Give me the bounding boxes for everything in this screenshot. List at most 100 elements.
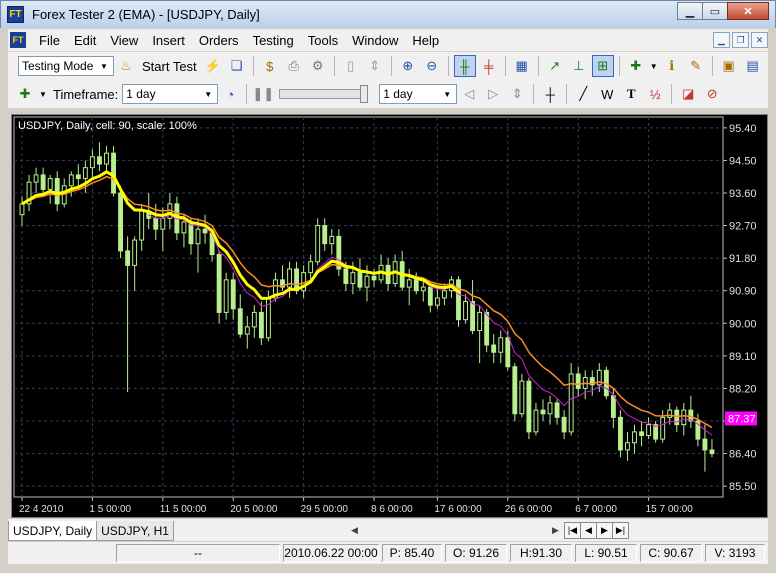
- child-minimize-button[interactable]: ▁: [713, 32, 730, 48]
- line-chart-icon[interactable]: ↗: [544, 55, 566, 77]
- candle-body: [427, 286, 433, 306]
- start-test-button[interactable]: Start Test: [142, 59, 197, 74]
- pause-icon[interactable]: ❚❚: [252, 83, 274, 105]
- menu-window[interactable]: Window: [345, 33, 405, 48]
- price-tick-label: 89.10: [729, 351, 757, 363]
- minimize-button[interactable]: ▁: [677, 2, 703, 20]
- toolbar-separator: [537, 56, 539, 76]
- menu-bar: FT File Edit View Insert Orders Testing …: [8, 29, 768, 51]
- candle-body: [512, 366, 518, 415]
- candle-body: [406, 279, 412, 288]
- candle-body: [19, 203, 25, 216]
- zoom-out-icon[interactable]: ⊖: [421, 55, 443, 77]
- maximize-button[interactable]: ▭: [702, 2, 728, 20]
- last-bar-icon[interactable]: ▶|: [611, 522, 629, 539]
- prev-bar-icon[interactable]: ◀: [579, 522, 597, 539]
- time-tick-label: 15 7 00:00: [646, 504, 694, 515]
- strategy-icon[interactable]: ⚙: [307, 55, 329, 77]
- spin-icon[interactable]: ⇕: [364, 55, 386, 77]
- slider-thumb[interactable]: [360, 85, 369, 103]
- trend-line-icon[interactable]: ╱: [572, 83, 594, 105]
- candle-body: [237, 308, 243, 335]
- erase-objects-icon[interactable]: ⊘: [701, 83, 723, 105]
- candle-body: [477, 311, 483, 332]
- candle-body: [568, 373, 574, 433]
- color-palette-icon[interactable]: ◪: [677, 83, 699, 105]
- candle-body: [456, 279, 461, 321]
- add-indicator-icon[interactable]: ✚: [625, 55, 647, 77]
- price-tick-label: 93.60: [729, 188, 757, 200]
- status-bar: -- 2010.06.22 00:00 P: 85.40 O: 91.26 H:…: [8, 542, 768, 564]
- stop-test-icon[interactable]: ⚡: [202, 55, 224, 77]
- child-restore-button[interactable]: ❐: [732, 32, 749, 48]
- wave-icon[interactable]: W: [596, 83, 618, 105]
- jump-icon[interactable]: ⇕: [506, 83, 528, 105]
- bar-chart-icon[interactable]: ╫: [453, 55, 476, 77]
- auto-scroll-icon[interactable]: ⊞: [591, 55, 614, 77]
- menu-view[interactable]: View: [103, 33, 145, 48]
- save-icon[interactable]: ▤: [742, 55, 764, 77]
- step-select-value: 1 day: [383, 87, 413, 101]
- document-icon[interactable]: FT: [10, 32, 26, 48]
- time-tick-label: 26 6 00:00: [505, 504, 553, 515]
- windows-icon[interactable]: ❏: [226, 55, 248, 77]
- tab-usdjpy-h1[interactable]: USDJPY, H1: [96, 521, 174, 541]
- chart-shift-icon[interactable]: ⊥: [568, 55, 590, 77]
- tab-usdjpy-daily[interactable]: USDJPY, Daily: [8, 521, 98, 541]
- candle-body: [540, 409, 546, 415]
- candle-body: [40, 174, 46, 190]
- new-page-icon[interactable]: ▯: [340, 55, 362, 77]
- candle-body: [139, 210, 145, 241]
- zoom-in-icon[interactable]: ⊕: [397, 55, 419, 77]
- speed-gauge-icon[interactable]: ◔: [219, 83, 241, 105]
- chevron-down-icon[interactable]: ▼: [38, 83, 48, 105]
- menu-edit[interactable]: Edit: [67, 33, 103, 48]
- printer-icon[interactable]: ⎙: [283, 55, 305, 77]
- time-tick-label: 11 5 00:00: [160, 504, 207, 515]
- scroll-right-icon[interactable]: ▶: [552, 525, 559, 536]
- close-button[interactable]: ✕: [727, 2, 769, 20]
- candle-body: [111, 152, 116, 194]
- chart-horizontal-scrollbar[interactable]: ◀ ▶: [351, 521, 559, 539]
- menu-orders[interactable]: Orders: [192, 33, 246, 48]
- testing-speed-slider[interactable]: [279, 85, 369, 103]
- menu-testing[interactable]: Testing: [246, 33, 301, 48]
- toolbar-separator: [671, 84, 673, 104]
- price-chart[interactable]: 95.40 94.50 93.60 92.70 91.80 90.90 90.00 89.10…: [12, 115, 767, 517]
- child-close-button[interactable]: ✕: [751, 32, 768, 48]
- chart-settings-icon[interactable]: ▦: [511, 55, 533, 77]
- first-bar-icon[interactable]: |◀: [563, 522, 581, 539]
- candle-body: [118, 192, 124, 252]
- price-tick-label: 92.70: [729, 221, 757, 233]
- menu-insert[interactable]: Insert: [145, 33, 192, 48]
- menu-help[interactable]: Help: [405, 33, 446, 48]
- candle-body: [68, 174, 74, 187]
- scroll-left-icon[interactable]: ◀: [351, 525, 358, 536]
- step-back-icon[interactable]: ◁: [458, 83, 480, 105]
- mode-select[interactable]: Testing Mode ▼: [18, 56, 114, 76]
- timeframe-select[interactable]: 1 day ▼: [122, 84, 219, 104]
- chart-area[interactable]: 95.40 94.50 93.60 92.70 91.80 90.90 90.00 89.10…: [11, 114, 768, 518]
- money-icon[interactable]: $: [259, 55, 281, 77]
- step-select[interactable]: 1 day ▼: [379, 84, 458, 104]
- candle-body: [181, 221, 187, 234]
- candle-chart-icon[interactable]: ╪: [478, 55, 500, 77]
- next-bar-icon[interactable]: ▶: [595, 522, 613, 539]
- info-icon[interactable]: ℹ: [661, 55, 683, 77]
- new-chart-icon[interactable]: ✚: [14, 83, 36, 105]
- crosshair-icon[interactable]: ┼: [539, 83, 561, 105]
- text-tool-icon[interactable]: T: [620, 83, 642, 105]
- bulb-icon[interactable]: ♨: [115, 55, 137, 77]
- chevron-down-icon[interactable]: ▼: [649, 55, 659, 77]
- menu-tools[interactable]: Tools: [301, 33, 345, 48]
- candle-body: [315, 225, 321, 263]
- templates-icon[interactable]: ▣: [718, 55, 740, 77]
- candle-body: [617, 416, 623, 451]
- fibonacci-icon[interactable]: ½: [644, 83, 666, 105]
- broom-icon[interactable]: ✎: [685, 55, 707, 77]
- price-tick-label: 88.20: [729, 383, 757, 395]
- step-forward-icon[interactable]: ▷: [482, 83, 504, 105]
- chevron-down-icon: ▼: [100, 61, 108, 71]
- menu-file[interactable]: File: [32, 33, 67, 48]
- title-bar: FT Forex Tester 2 (EMA) - [USDJPY, Daily…: [0, 0, 776, 28]
